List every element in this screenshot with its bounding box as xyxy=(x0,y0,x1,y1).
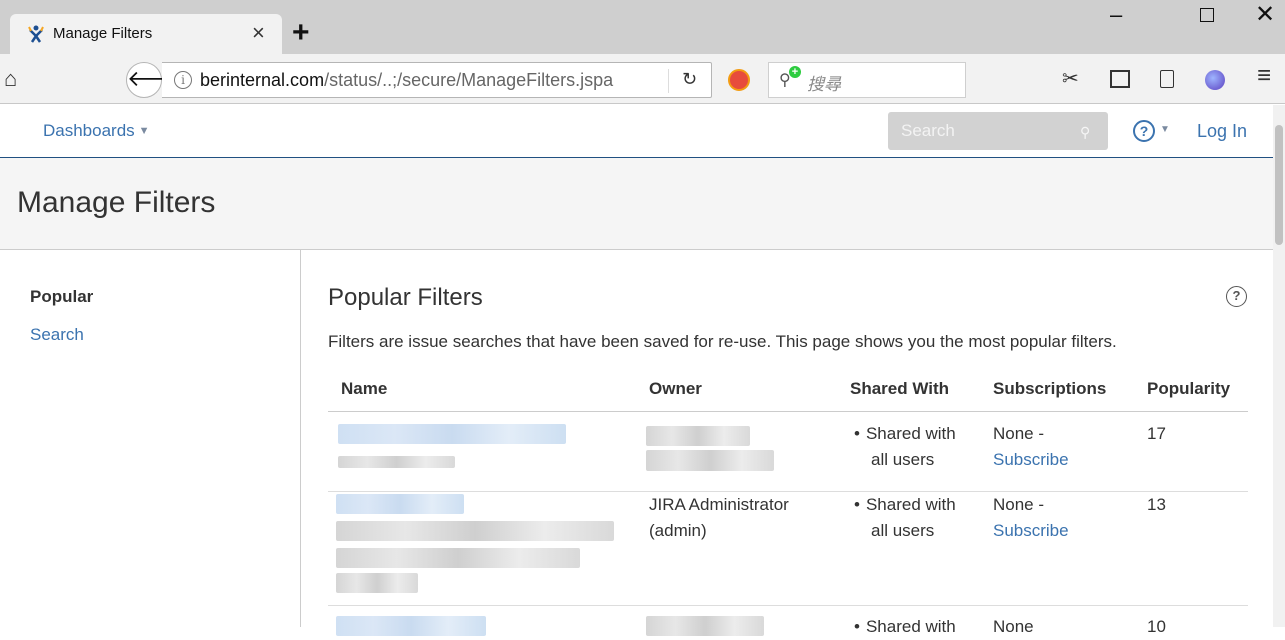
section-title: Popular Filters xyxy=(328,284,483,311)
home-icon[interactable]: ⌂ xyxy=(4,66,17,92)
clipboard-icon[interactable] xyxy=(1160,70,1174,88)
help-icon[interactable]: ? xyxy=(1133,120,1155,142)
url-separator xyxy=(668,69,669,93)
column-header-owner[interactable]: Owner xyxy=(649,379,702,399)
row-divider xyxy=(328,605,1248,606)
dashboards-label: Dashboards xyxy=(43,121,135,140)
subscriptions-cell: None - Subscribe xyxy=(993,492,1069,544)
popularity-cell: 17 xyxy=(1147,424,1166,443)
bullet-icon: • xyxy=(854,495,860,514)
filter-name-link-redacted[interactable] xyxy=(336,494,464,514)
shared-with-cell: • Shared with xyxy=(854,614,956,640)
bullet-icon: • xyxy=(854,424,860,443)
owner-redacted xyxy=(646,426,750,446)
chevron-down-icon[interactable]: ▼ xyxy=(1160,124,1170,135)
scrollbar-thumb[interactable] xyxy=(1275,125,1283,245)
shared-with-text: all users xyxy=(871,450,935,469)
subscribe-link[interactable]: Subscribe xyxy=(993,450,1069,469)
table-header-divider xyxy=(328,411,1248,412)
new-tab-button[interactable]: + xyxy=(292,18,310,48)
page-header: Manage Filters xyxy=(0,158,1273,250)
popularity-cell: 13 xyxy=(1147,495,1166,514)
shared-with-text: Shared with xyxy=(865,424,956,443)
popularity-cell: 10 xyxy=(1147,617,1166,636)
owner-username: (admin) xyxy=(649,521,707,540)
window-minimize-button[interactable]: – xyxy=(1110,2,1122,28)
tab-title: Manage Filters xyxy=(53,25,153,42)
section-description: Filters are issue searches that have bee… xyxy=(328,332,1117,351)
dashboards-menu[interactable]: Dashboards ▼ xyxy=(43,121,150,141)
tab-close-icon[interactable]: × xyxy=(252,21,265,45)
shared-with-text: Shared with xyxy=(865,495,956,514)
browser-tab[interactable]: Manage Filters × xyxy=(10,14,282,54)
owner-name: JIRA Administrator xyxy=(649,495,789,514)
browser-tab-bar: Manage Filters × + – ✕ xyxy=(0,0,1285,54)
url-path: /status/..;/secure/ManageFilters.jspa xyxy=(324,70,614,90)
owner-cell: JIRA Administrator (admin) xyxy=(649,492,789,544)
browser-search-placeholder: 搜尋 xyxy=(807,75,841,94)
extension-globe-icon[interactable] xyxy=(1205,70,1225,90)
filter-description-redacted xyxy=(336,521,614,541)
filter-name-link-redacted[interactable] xyxy=(336,616,486,636)
shared-with-text: all users xyxy=(871,521,935,540)
column-header-shared-with: Shared With xyxy=(850,379,950,398)
main-content: Popular Filters ? Filters are issue sear… xyxy=(302,250,1273,636)
sidebar: Popular Search xyxy=(0,250,301,627)
jira-favicon-icon xyxy=(28,25,44,43)
owner-redacted xyxy=(646,450,774,471)
shared-with-cell: • Shared with all users xyxy=(854,421,956,473)
search-icon[interactable]: ⚲ xyxy=(1080,124,1090,141)
subscribe-link[interactable]: Subscribe xyxy=(993,521,1069,540)
url-domain: berinternal.com xyxy=(200,70,325,90)
sidebar-item-search[interactable]: Search xyxy=(30,325,84,345)
filter-description-redacted xyxy=(338,456,455,468)
window-close-button[interactable]: ✕ xyxy=(1255,0,1275,29)
add-search-engine-icon: + xyxy=(789,66,801,78)
chevron-down-icon: ▼ xyxy=(138,125,150,137)
page-title: Manage Filters xyxy=(17,186,216,219)
sidebar-item-popular[interactable]: Popular xyxy=(30,287,93,307)
screenshot-icon[interactable]: ✂ xyxy=(1062,67,1079,91)
owner-redacted xyxy=(646,616,764,636)
column-header-subscriptions: Subscriptions xyxy=(993,379,1107,398)
url-bar[interactable]: i berinternal.com/status/..;/secure/Mana… xyxy=(162,62,712,98)
window-maximize-button[interactable] xyxy=(1200,8,1214,22)
filter-description-redacted xyxy=(336,573,418,593)
subscriptions-cell: None - Subscribe xyxy=(993,421,1069,473)
subscriptions-text: None - xyxy=(993,495,1045,514)
column-header-name[interactable]: Name xyxy=(341,379,387,399)
quick-search[interactable]: ⚲ xyxy=(888,112,1108,150)
menu-hamburger-icon[interactable]: ≡ xyxy=(1257,64,1271,88)
quick-search-input[interactable] xyxy=(888,112,1078,150)
browser-toolbar: ⌂ 🡐 i berinternal.com/status/..;/secure/… xyxy=(0,54,1285,104)
adblock-addon-icon[interactable] xyxy=(728,69,750,91)
browser-search-box[interactable]: ⚲ + 搜尋 xyxy=(768,62,966,98)
filter-description-redacted xyxy=(336,548,580,568)
shared-with-cell: • Shared with all users xyxy=(854,492,956,544)
reload-icon[interactable]: ↻ xyxy=(682,69,697,90)
url-text[interactable]: berinternal.com/status/..;/secure/Manage… xyxy=(200,70,668,91)
column-header-popularity[interactable]: Popularity xyxy=(1147,379,1230,399)
help-icon[interactable]: ? xyxy=(1226,286,1247,307)
jira-app-header: Dashboards▼ ⚲ ? ▼ Log In xyxy=(0,105,1273,158)
login-link[interactable]: Log In xyxy=(1197,121,1247,142)
filter-name-link-redacted[interactable] xyxy=(338,424,566,444)
sidebar-icon[interactable] xyxy=(1110,70,1130,88)
subscriptions-text: None - xyxy=(993,424,1045,443)
back-button[interactable]: 🡐 xyxy=(126,62,186,98)
info-icon[interactable]: i xyxy=(174,71,192,89)
subscriptions-cell: None xyxy=(993,617,1034,636)
